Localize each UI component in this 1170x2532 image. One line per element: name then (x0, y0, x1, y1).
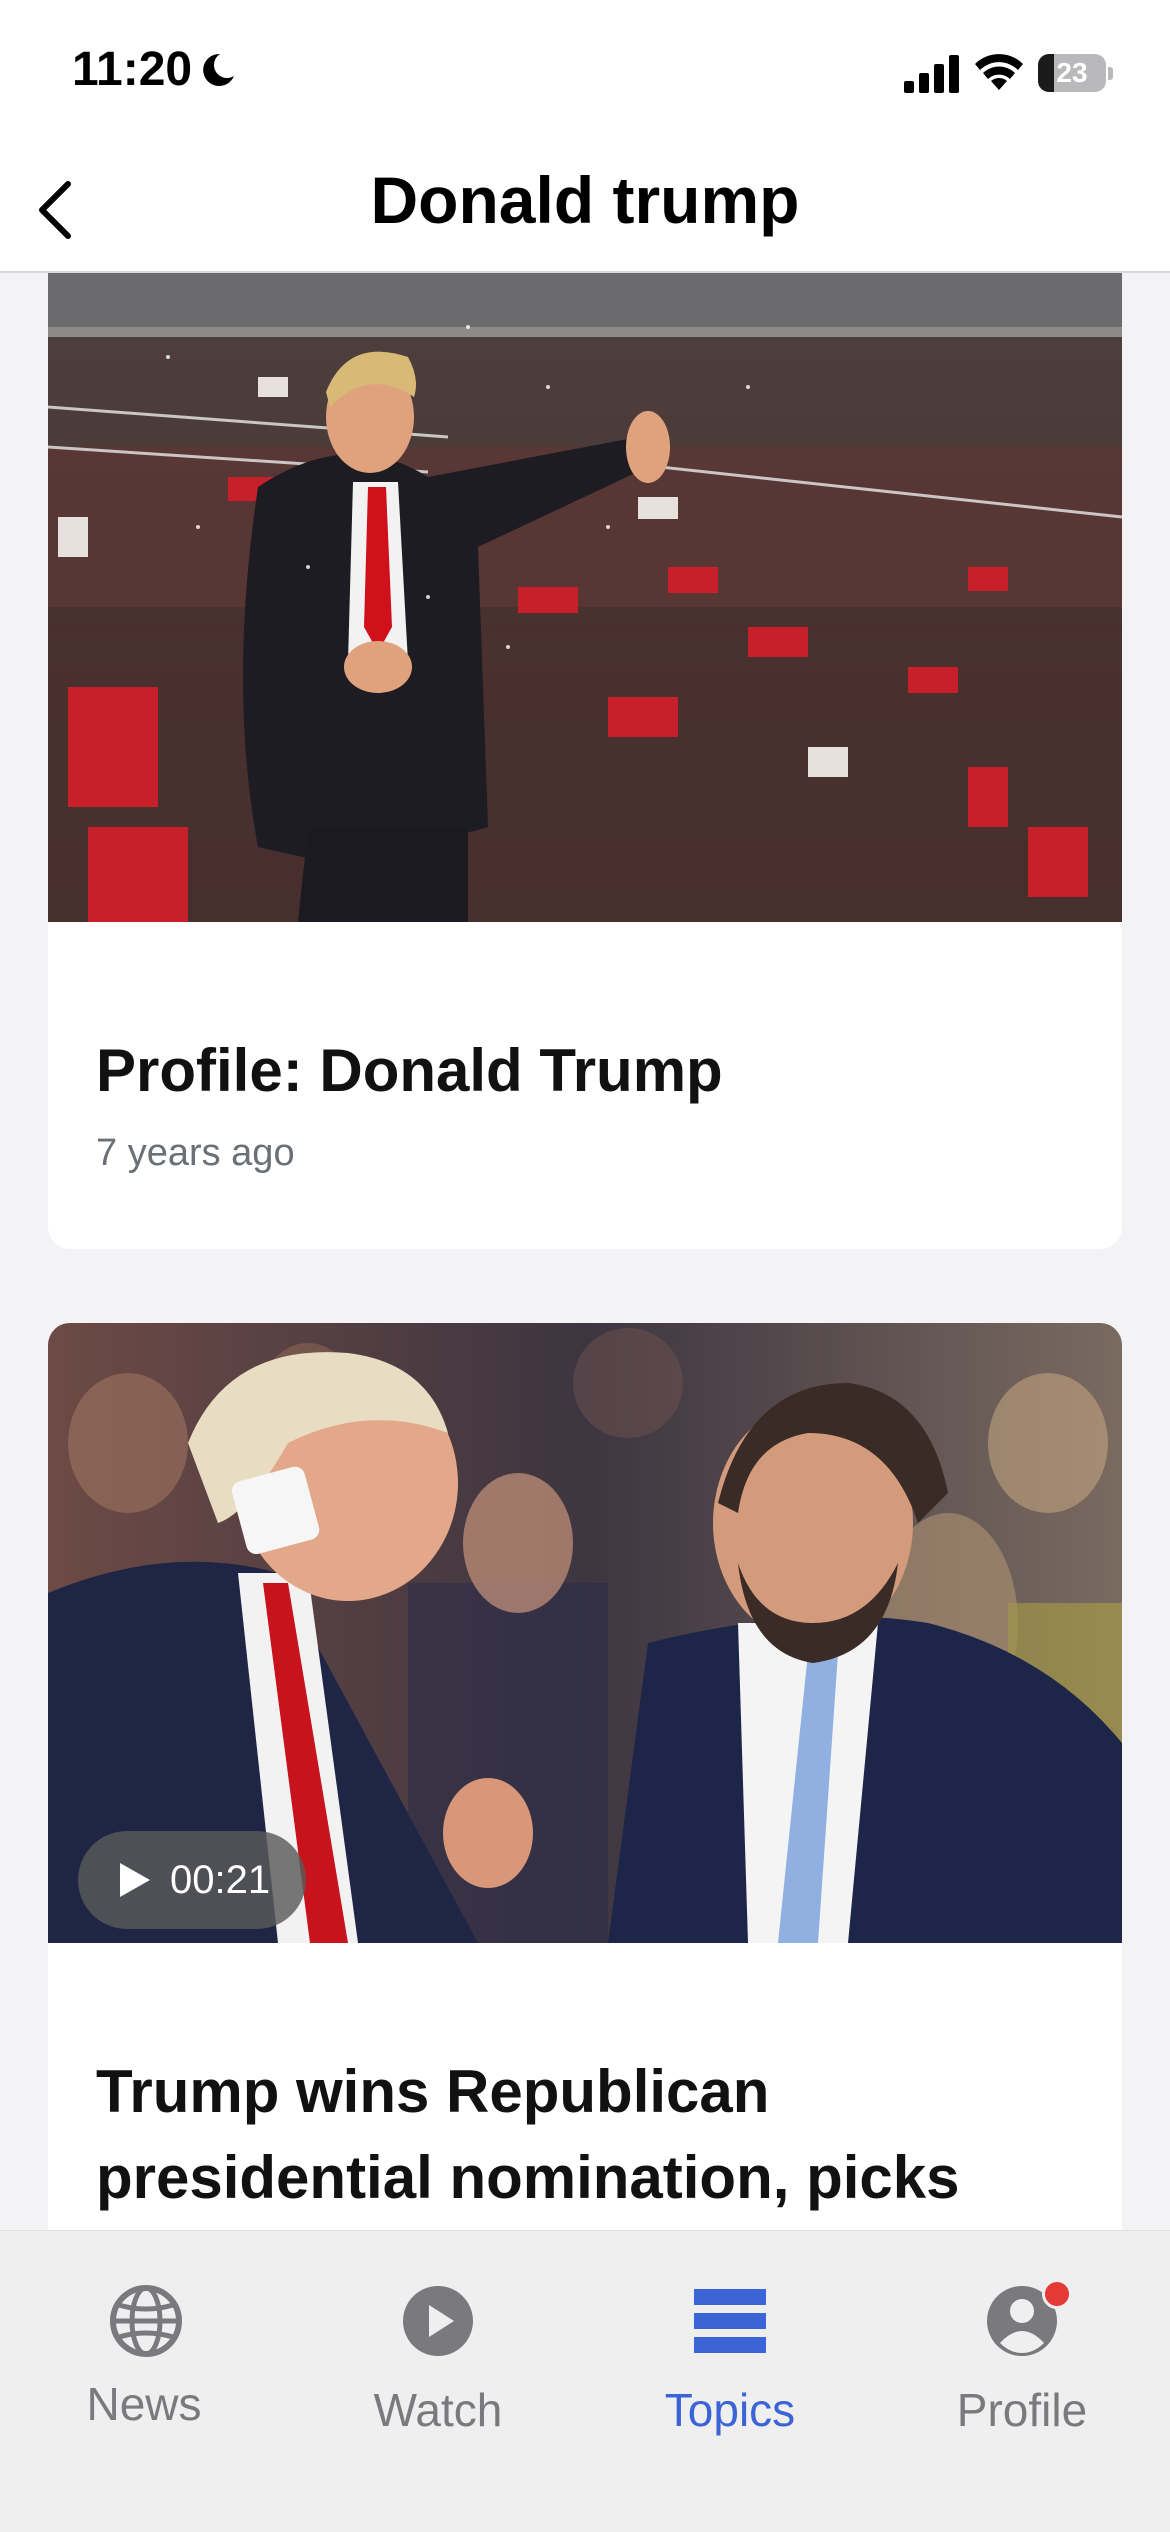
topics-list-icon (694, 2289, 766, 2353)
status-bar: 11:20 23 (0, 0, 1170, 150)
tab-bar: News Watch Topics Profile (0, 2230, 1170, 2532)
article-image[interactable] (48, 273, 1122, 922)
tab-profile[interactable]: Profile (876, 2231, 1168, 2441)
rally-photo (48, 273, 1122, 922)
battery-icon: 23 (1038, 54, 1113, 92)
tab-topics-label: Topics (664, 2384, 796, 2436)
status-time: 11:20 (72, 43, 193, 96)
tab-watch-label: Watch (373, 2384, 503, 2436)
play-circle-icon (403, 2286, 473, 2356)
article-timestamp: 7 years ago (96, 1132, 295, 1174)
chevron-left-icon (39, 181, 71, 239)
video-duration: 00:21 (170, 1857, 271, 1902)
globe-icon (110, 2285, 182, 2357)
cellular-signal-icon (904, 55, 959, 93)
tab-topics[interactable]: Topics (584, 2231, 876, 2441)
back-button[interactable] (14, 170, 94, 250)
nav-header: Donald trump (0, 150, 1170, 273)
notification-dot (1042, 2279, 1072, 2309)
article-card[interactable]: 00:21 Trump wins Republican presidential… (48, 1323, 1122, 2230)
article-feed[interactable]: Profile: Donald Trump 7 years ago 00:21 … (0, 273, 1170, 2230)
page-title: Donald trump (370, 163, 800, 237)
tab-news-label: News (86, 2378, 202, 2430)
moon-icon (203, 53, 234, 86)
article-image[interactable]: 00:21 (48, 1323, 1122, 1943)
tab-profile-label: Profile (956, 2384, 1088, 2436)
battery-level: 23 (1056, 57, 1088, 88)
tab-news[interactable]: News (0, 2231, 292, 2441)
article-title[interactable]: Trump wins Republican presidential nomin… (96, 1943, 1074, 2221)
tab-watch[interactable]: Watch (292, 2231, 584, 2441)
wifi-icon (975, 54, 1023, 90)
person-icon (984, 2279, 1072, 2359)
article-card[interactable]: Profile: Donald Trump 7 years ago (48, 273, 1122, 1249)
article-title[interactable]: Profile: Donald Trump (96, 922, 1074, 1114)
video-duration-badge[interactable]: 00:21 (78, 1831, 306, 1929)
play-icon (120, 1863, 150, 1897)
